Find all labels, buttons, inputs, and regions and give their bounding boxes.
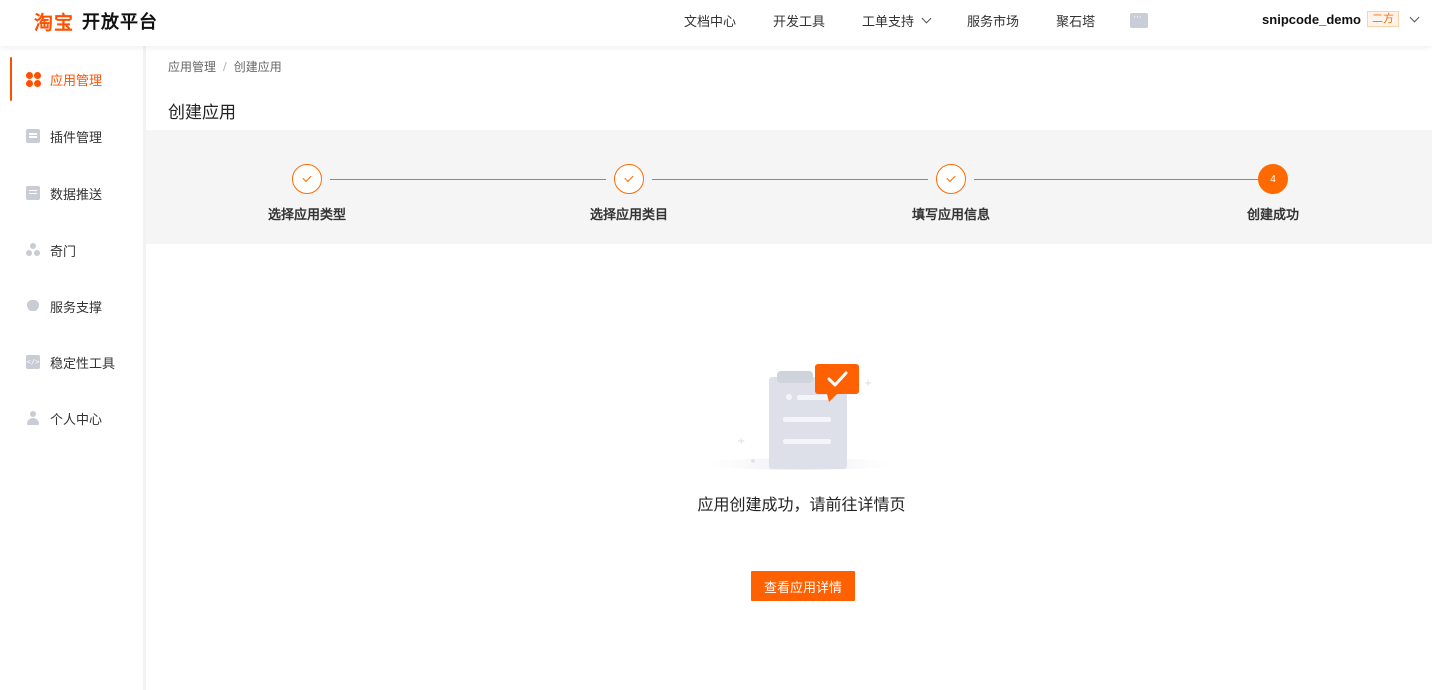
logo[interactable]: 淘宝 开放平台: [34, 6, 158, 36]
sidebar-item-plugin-management[interactable]: 插件管理: [0, 114, 143, 158]
user-menu[interactable]: snipcode_demo 二方: [1262, 0, 1420, 38]
sidebar-item-service-support[interactable]: 服务支撑: [0, 284, 143, 328]
data-push-icon: [26, 186, 40, 200]
sidebar-item-label: 数据推送: [50, 187, 103, 203]
sidebar: 应用管理 插件管理 数据推送 奇门 服务支撑 </> 稳定性工具 个人中心: [0, 46, 146, 690]
result-card: + + 应用创建成功，请前往详情页 查看应用详情: [171, 244, 1432, 664]
nav-dev-tools[interactable]: 开发工具: [773, 11, 825, 30]
step-connector: [330, 179, 606, 180]
svg-text:+: +: [737, 436, 745, 447]
step-4-label: 创建成功: [1246, 208, 1300, 223]
step-2-check-icon: [614, 164, 644, 194]
step-3-label: 填写应用信息: [911, 208, 991, 223]
step-connector: [652, 179, 928, 180]
top-header: 淘宝 开放平台 文档中心 开发工具 工单支持 服务市场 聚石塔 snipcode…: [0, 0, 1432, 46]
sidebar-item-app-management[interactable]: 应用管理: [0, 57, 143, 101]
step-4-number: 4: [1258, 164, 1288, 194]
view-app-details-button[interactable]: 查看应用详情: [751, 571, 855, 601]
person-icon: [26, 411, 40, 425]
sidebar-item-label: 奇门: [50, 244, 77, 260]
sidebar-item-label: 插件管理: [50, 130, 103, 146]
chevron-down-icon: [1409, 12, 1420, 22]
sidebar-item-data-push[interactable]: 数据推送: [0, 171, 143, 215]
nav-docs[interactable]: 文档中心: [684, 11, 736, 30]
sidebar-item-label: 应用管理: [50, 73, 103, 89]
code-icon: </>: [26, 355, 40, 369]
nav-ticket-support[interactable]: 工单支持: [862, 11, 932, 30]
breadcrumb-current: 创建应用: [233, 60, 282, 74]
sidebar-item-stability-tools[interactable]: </> 稳定性工具: [0, 340, 143, 384]
breadcrumb-parent-link[interactable]: 应用管理: [168, 58, 216, 75]
qimen-icon: [26, 243, 40, 257]
step-connector: [974, 179, 1258, 180]
nav-ticket-support-label: 工单支持: [862, 14, 915, 30]
step-3-check-icon: [936, 164, 966, 194]
message-icon[interactable]: [1130, 12, 1149, 28]
sidebar-item-personal-center[interactable]: 个人中心: [0, 396, 143, 440]
logo-brand: 淘宝: [34, 11, 75, 34]
logo-text: 开放平台: [82, 12, 159, 33]
step-1-check-icon: [292, 164, 322, 194]
steps-progress: 4 选择应用类型 选择应用类目 填写应用信息 创建成功: [146, 130, 1432, 244]
user-name: snipcode_demo: [1262, 11, 1361, 27]
sidebar-item-label: 个人中心: [50, 412, 103, 428]
success-clipboard-illustration: + +: [706, 364, 896, 470]
heart-icon: [26, 299, 40, 313]
step-2-label: 选择应用类目: [589, 208, 669, 223]
user-tag-badge: 二方: [1367, 11, 1399, 27]
step-1-label: 选择应用类型: [267, 208, 347, 223]
top-nav: 文档中心 开发工具 工单支持 服务市场 聚石塔: [684, 0, 1149, 40]
breadcrumb: 应用管理 / 创建应用: [168, 58, 282, 75]
success-message: 应用创建成功，请前往详情页: [697, 495, 906, 514]
plugin-icon: [26, 129, 40, 143]
svg-text:+: +: [864, 378, 872, 389]
sidebar-item-label: 服务支撑: [50, 300, 103, 316]
nav-service-market[interactable]: 服务市场: [967, 11, 1019, 30]
chevron-down-icon: [921, 13, 932, 23]
page-title: 创建应用: [168, 103, 236, 123]
nav-jushita[interactable]: 聚石塔: [1056, 11, 1095, 30]
app-grid-icon: [26, 72, 41, 87]
sidebar-item-qimen[interactable]: 奇门: [0, 228, 143, 272]
sidebar-item-label: 稳定性工具: [50, 356, 116, 372]
breadcrumb-separator: /: [223, 60, 227, 73]
